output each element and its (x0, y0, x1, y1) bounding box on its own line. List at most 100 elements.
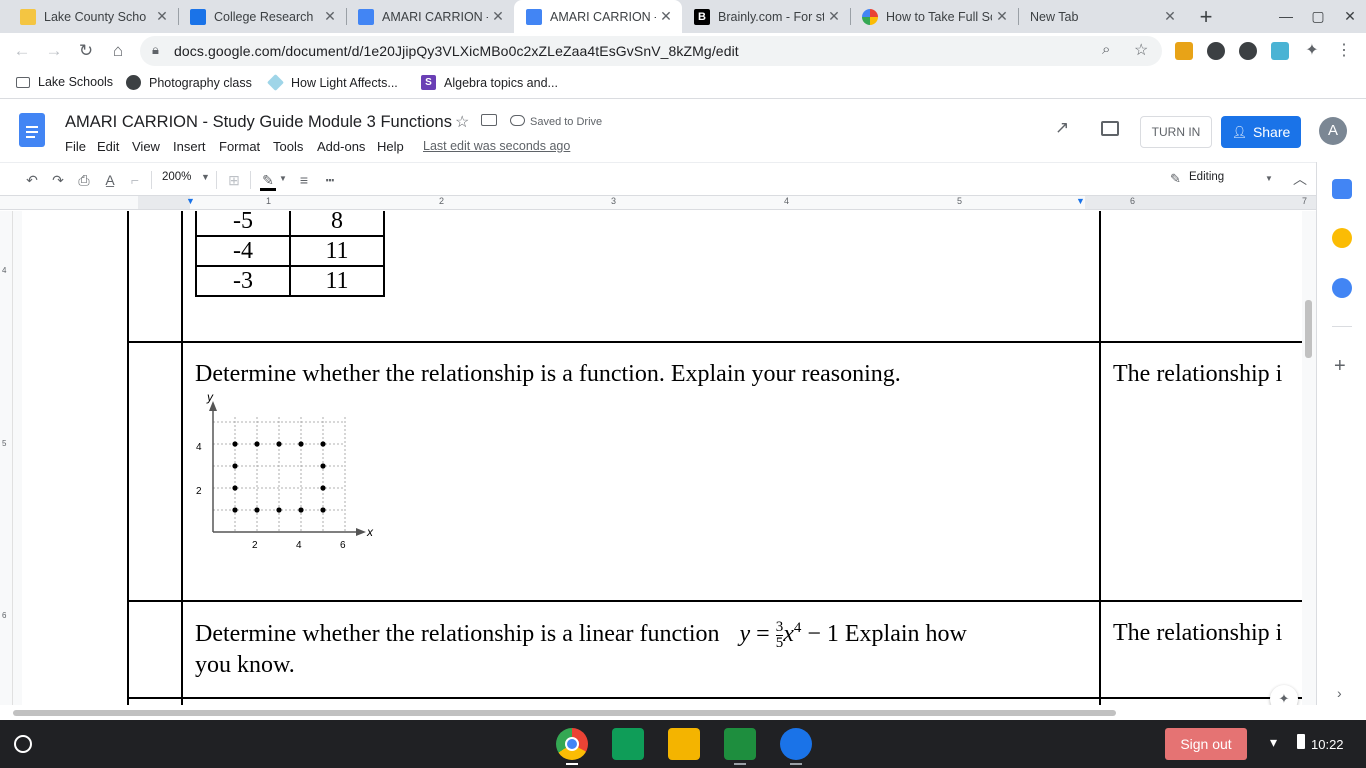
paint-format-icon[interactable]: ⌐ (125, 170, 145, 190)
new-tab-button[interactable]: + (1190, 0, 1222, 33)
close-icon[interactable]: ✕ (656, 8, 676, 25)
close-icon[interactable]: ✕ (320, 8, 340, 25)
keep-icon[interactable] (1332, 228, 1352, 248)
bookmark-light-affects[interactable]: How Light Affects... (267, 74, 398, 91)
calendar-icon[interactable] (1332, 179, 1352, 199)
print-icon[interactable]: ⎙ (74, 170, 94, 190)
y-tick-label: 2 (196, 486, 202, 497)
zoom-icon[interactable]: ⌕ (1102, 41, 1110, 58)
shield-icon[interactable] (1239, 42, 1257, 60)
tab-amari-carrion-c[interactable]: AMARI CARRION - c ✕ (346, 0, 514, 33)
left-indent-marker-icon[interactable]: ▼ (186, 196, 195, 206)
comment-history-icon[interactable] (1101, 121, 1119, 136)
close-window-icon[interactable]: ✕ (1334, 0, 1366, 33)
tasks-icon[interactable] (1332, 278, 1352, 298)
docs-logo-icon[interactable] (19, 113, 45, 147)
horizontal-scrollbar-thumb[interactable] (13, 710, 1116, 716)
close-icon[interactable]: ✕ (1160, 8, 1180, 25)
tab-lake-county[interactable]: Lake County Scho ✕ (8, 0, 178, 33)
restore-icon[interactable]: ▢ (1302, 0, 1334, 33)
url-text[interactable]: docs.google.com/document/d/1e20JjipQy3VL… (174, 43, 739, 59)
add-icon[interactable]: + (1334, 355, 1346, 378)
minimize-icon[interactable]: — (1270, 0, 1302, 33)
menu-insert[interactable]: Insert (173, 139, 206, 154)
reload-icon[interactable]: ↻ (72, 37, 100, 65)
avatar[interactable]: A (1319, 117, 1347, 145)
clock[interactable]: 10:22 (1311, 737, 1344, 752)
back-icon[interactable]: ← (8, 37, 36, 65)
extension-icon[interactable] (1175, 42, 1193, 60)
menu-format[interactable]: Format (219, 139, 260, 154)
home-icon[interactable]: ⌂ (104, 37, 132, 65)
editing-mode-select[interactable]: Editing (1189, 171, 1224, 183)
cloud-extension-icon[interactable] (1271, 42, 1289, 60)
tab-amari-carrion-s[interactable]: AMARI CARRION - S ✕ (514, 0, 682, 33)
wifi-icon[interactable]: ▾ (1270, 734, 1277, 751)
bookmark-lake-schools[interactable]: Lake Schools (16, 75, 113, 89)
tab-college-research[interactable]: College Research ✕ (178, 0, 346, 33)
menu-help[interactable]: Help (377, 139, 404, 154)
shield-icon[interactable] (1207, 42, 1225, 60)
collapse-menu-icon[interactable]: ︿ (1293, 169, 1307, 189)
launcher-icon[interactable] (14, 735, 32, 753)
menu-edit[interactable]: Edit (97, 139, 119, 154)
chevron-down-icon[interactable]: ▼ (1265, 174, 1273, 183)
border-dash-icon[interactable]: ┅ (320, 170, 340, 190)
tab-title: AMARI CARRION - c (382, 9, 488, 24)
share-button[interactable]: 👤︎ Share (1221, 116, 1301, 148)
zoom-select[interactable]: 200% (162, 171, 191, 183)
star-icon[interactable]: ☆ (1134, 40, 1148, 60)
graph-point (298, 441, 304, 447)
sheets-icon[interactable] (612, 728, 644, 760)
close-icon[interactable]: ✕ (488, 8, 508, 25)
chevron-down-icon[interactable]: ▼ (201, 172, 210, 182)
tab-new-tab[interactable]: New Tab ✕ (1018, 0, 1186, 33)
menu-tools[interactable]: Tools (273, 139, 303, 154)
horizontal-ruler[interactable]: 1 2 3 4 5 6 7 ▼ ▼ (0, 196, 1316, 210)
border-color-icon[interactable]: ✎ (258, 170, 278, 190)
move-folder-icon[interactable] (481, 114, 497, 126)
redo-icon[interactable]: ↷ (48, 170, 68, 190)
star-icon[interactable]: ☆ (455, 112, 469, 132)
close-icon[interactable]: ✕ (152, 8, 172, 25)
menu-view[interactable]: View (132, 139, 160, 154)
chevron-right-icon[interactable]: › (1337, 685, 1342, 701)
battery-icon[interactable] (1297, 734, 1305, 749)
border-color-swatch (260, 188, 276, 191)
bookmark-photography[interactable]: Photography class (126, 75, 252, 90)
person-add-icon: 👤︎ (1231, 125, 1247, 139)
explore-icon[interactable]: ✦ (1270, 685, 1298, 705)
right-indent-marker-icon[interactable]: ▼ (1076, 196, 1085, 206)
address-bar[interactable]: 🔒︎ docs.google.com/document/d/1e20JjipQy… (140, 36, 1162, 66)
puzzle-icon[interactable]: ✦ (1303, 42, 1321, 60)
equation-variable: x (783, 621, 794, 648)
last-edit-link[interactable]: Last edit was seconds ago (423, 139, 570, 153)
classroom-icon[interactable] (724, 728, 756, 760)
turn-in-button[interactable]: TURN IN (1140, 116, 1212, 148)
activity-trend-icon[interactable]: ↗ (1055, 118, 1069, 138)
vertical-ruler[interactable]: 4 5 6 (0, 211, 13, 705)
border-width-icon[interactable]: ≡ (294, 170, 314, 190)
document-page[interactable]: -5 8 -4 11 -3 11 Determine whether the r… (22, 211, 1302, 705)
insert-comment-icon[interactable]: ⊞ (224, 170, 244, 190)
horizontal-scrollbar[interactable] (13, 705, 1316, 720)
files-icon[interactable] (780, 728, 812, 760)
menu-file[interactable]: File (65, 139, 86, 154)
close-icon[interactable]: ✕ (824, 8, 844, 25)
sign-out-button[interactable]: Sign out (1165, 728, 1247, 760)
menu-addons[interactable]: Add-ons (317, 139, 365, 154)
graph-point (320, 485, 326, 491)
bookmark-algebra[interactable]: S Algebra topics and... (421, 75, 558, 90)
menu-dots-icon[interactable]: ⋮ (1335, 42, 1353, 60)
undo-icon[interactable]: ↶ (22, 170, 42, 190)
tab-brainly[interactable]: B Brainly.com - For st ✕ (682, 0, 850, 33)
document-title[interactable]: AMARI CARRION - Study Guide Module 3 Fun… (65, 113, 452, 132)
vertical-scrollbar-thumb[interactable] (1305, 300, 1312, 358)
tab-how-to-take[interactable]: How to Take Full Sc ✕ (850, 0, 1018, 33)
forward-icon[interactable]: → (40, 37, 68, 65)
chevron-down-icon[interactable]: ▼ (279, 174, 287, 183)
spellcheck-icon[interactable]: A̲ (100, 170, 120, 190)
slides-icon[interactable] (668, 728, 700, 760)
chrome-icon[interactable] (556, 728, 588, 760)
close-icon[interactable]: ✕ (992, 8, 1012, 25)
